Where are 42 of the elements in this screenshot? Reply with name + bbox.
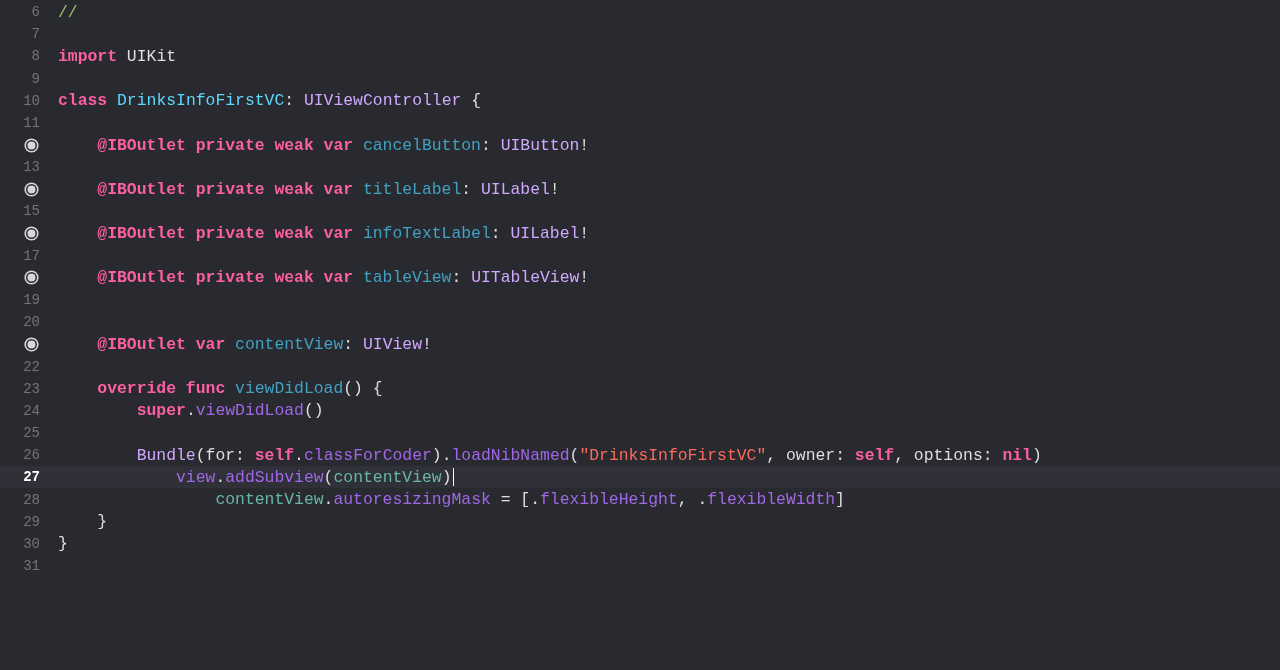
line-number: 25	[23, 425, 40, 442]
outlet-connection-icon[interactable]	[24, 181, 39, 197]
line-number: 13	[23, 159, 40, 176]
line-number: 15	[23, 203, 40, 220]
code-line: @IBOutlet private weak var tableView: UITableView!	[96, 268, 590, 288]
line-number: 24	[23, 402, 40, 419]
line-number: 11	[23, 114, 40, 131]
code-line: override func viewDidLoad() {	[96, 379, 383, 399]
line-number: 22	[23, 358, 40, 375]
line-number: 31	[23, 558, 40, 574]
line-number: 7	[31, 26, 40, 43]
code-line: @IBOutlet private weak var infoTextLabel: UILabel!	[96, 224, 590, 244]
line-number: 30	[23, 535, 40, 552]
code-line: view.addSubview(contentView)	[175, 467, 452, 487]
code-line: }	[58, 534, 68, 554]
outlet-connection-icon[interactable]	[24, 336, 39, 352]
line-number: 17	[23, 247, 40, 264]
line-number: 9	[31, 70, 40, 87]
outlet-connection-icon[interactable]	[24, 137, 39, 153]
line-number: 10	[23, 92, 40, 109]
code-line: @IBOutlet var contentView: UIView!	[96, 334, 432, 354]
text-cursor	[452, 468, 454, 487]
line-number: 28	[23, 491, 40, 508]
line-number: 23	[23, 380, 40, 397]
code-line: import UIKit	[58, 46, 177, 66]
line-number: 6	[31, 4, 40, 21]
code-line: }	[96, 512, 108, 532]
outlet-connection-icon[interactable]	[24, 270, 39, 286]
line-number: 20	[23, 314, 40, 331]
code-line: super.viewDidLoad()	[135, 401, 324, 421]
line-number: 8	[31, 48, 40, 65]
line-number: 19	[23, 292, 40, 309]
code-line: contentView.autoresizingMask = [.flexibleHeight, .flexibleWidth]	[214, 490, 845, 509]
code-line: @IBOutlet private weak var cancelButton: UIButton!	[96, 135, 590, 155]
line-number: 27	[23, 469, 40, 486]
outlet-connection-icon[interactable]	[24, 226, 39, 242]
code-line: class DrinksInfoFirstVC: UIViewController {	[58, 91, 481, 111]
code-line: Bundle(for: self.classForCoder).loadNibNamed("DrinksInfoFirstVC", owner: self, options: nil)	[135, 445, 1042, 465]
line-number: 26	[23, 447, 40, 464]
code-line: @IBOutlet private weak var titleLabel: UILabel!	[96, 179, 560, 199]
line-number: 29	[23, 513, 40, 530]
code-line: //	[58, 2, 78, 22]
